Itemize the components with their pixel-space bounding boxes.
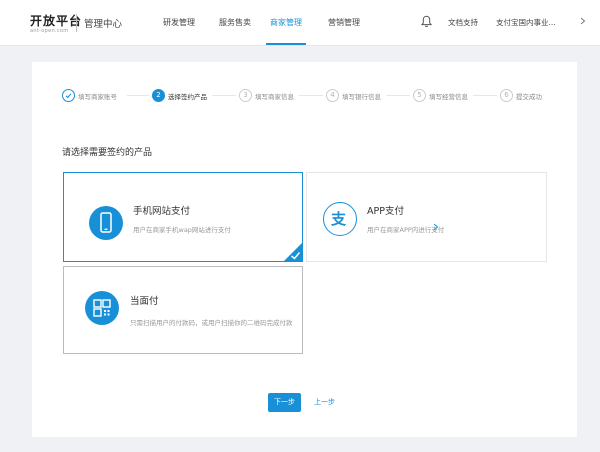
product-title: APP支付 (367, 206, 404, 217)
step-3-indicator: 3 (239, 89, 252, 102)
product-option-mobile-web[interactable]: 手机网站支付 用户在商家手机wap网站进行支付 (63, 172, 303, 262)
step-6-label: 提交成功 (516, 93, 542, 101)
step-5-indicator: 5 (413, 89, 426, 102)
product-title: 当面付 (130, 296, 159, 307)
svg-text:支: 支 (330, 210, 347, 228)
step-1-indicator (62, 89, 75, 102)
main-card: 填写商家账号 2 选择签约产品 3 填写商家信息 4 填写银行信息 5 填写经营… (32, 62, 577, 437)
selected-check-icon (283, 242, 303, 262)
step-connector (212, 95, 236, 96)
qr-code-icon (85, 291, 119, 325)
next-button[interactable]: 下一步 (268, 393, 301, 412)
mobile-phone-icon (89, 206, 123, 240)
step-connector (127, 95, 149, 96)
chevron-right-icon[interactable] (580, 17, 586, 25)
logo-divider (76, 14, 77, 32)
bell-icon[interactable] (421, 15, 432, 28)
chevron-right-icon (433, 223, 439, 231)
nav-item-marketing[interactable]: 营销管理 (328, 17, 360, 28)
console-title: 管理中心 (84, 19, 123, 30)
logo[interactable]: 开放平台 (30, 12, 82, 29)
step-4-indicator: 4 (326, 89, 339, 102)
step-2-label: 选择签约产品 (168, 93, 207, 101)
product-title: 手机网站支付 (133, 206, 191, 217)
product-description: 只需扫描用户的付款码，或用户扫描你的二维码完成付款 (130, 319, 293, 327)
top-header: 开放平台 ant-open.com 管理中心 研发管理 服务售卖 商家管理 营销… (0, 0, 600, 46)
step-5-label: 填写经营信息 (429, 93, 468, 101)
step-connector (386, 95, 410, 96)
nav-active-indicator (266, 43, 306, 45)
product-description: 用户在商家手机wap网站进行支付 (133, 226, 231, 234)
step-6-indicator: 6 (500, 89, 513, 102)
docs-support-link[interactable]: 文档支持 (448, 17, 478, 28)
account-menu[interactable]: 支付宝国内事业... (496, 17, 556, 28)
nav-item-service-sales[interactable]: 服务售卖 (219, 17, 251, 28)
product-option-face-to-face[interactable]: 当面付 只需扫描用户的付款码，或用户扫描你的二维码完成付款 (63, 266, 303, 354)
nav-item-rd[interactable]: 研发管理 (163, 17, 195, 28)
product-option-app[interactable]: 支 APP支付 用户在商家APP内进行支付 (306, 172, 547, 262)
alipay-pay-icon: 支 (323, 202, 357, 236)
step-connector (473, 95, 497, 96)
section-title: 请选择需要签约的产品 (62, 148, 153, 158)
prev-button[interactable]: 上一步 (314, 393, 335, 412)
step-2-indicator: 2 (152, 89, 165, 102)
step-4-label: 填写银行信息 (342, 93, 381, 101)
step-3-label: 填写商家信息 (255, 93, 294, 101)
check-icon (65, 93, 72, 99)
nav-item-merchant[interactable]: 商家管理 (270, 17, 302, 28)
logo-subtitle: ant-open.com (30, 28, 69, 34)
step-1-label: 填写商家账号 (78, 93, 117, 101)
step-connector (299, 95, 323, 96)
